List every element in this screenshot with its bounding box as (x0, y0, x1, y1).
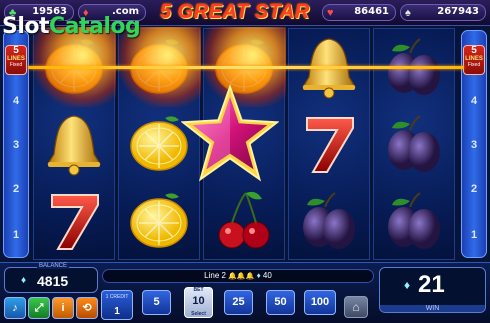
star-symbol-expanded (181, 84, 279, 182)
hearts-icon: ♥ (327, 7, 334, 19)
bet-button[interactable]: 25 (224, 290, 253, 315)
bell-icon (46, 115, 102, 176)
cherries-symbol (204, 183, 284, 260)
home-button[interactable]: ⌂ (344, 296, 368, 318)
cycle-icon: ⟲ (82, 302, 92, 314)
reel-4 (288, 28, 370, 260)
plum-symbol (289, 183, 369, 260)
game-title: 5 GREAT STAR (160, 1, 310, 23)
info-icon: i (61, 302, 65, 314)
plum-icon (388, 115, 440, 172)
bet-label: BET (193, 287, 204, 293)
seven-symbol (289, 106, 369, 183)
diamond-icon: ♦ (21, 275, 27, 286)
reel-1 (32, 27, 116, 260)
seven-icon (51, 194, 99, 250)
win-info-bar: Line 2 🔔🔔🔔 ♦ 40 (102, 269, 374, 283)
line-number[interactable]: 4 (462, 95, 486, 107)
bet-value: 10 (192, 295, 205, 307)
lemon-icon (130, 193, 188, 248)
line-number[interactable]: 1 (4, 229, 28, 241)
lemon-symbol (119, 183, 199, 260)
fixed-word: Fixed (467, 62, 481, 68)
select-label: Select (191, 311, 206, 317)
line-number[interactable]: 3 (4, 139, 28, 151)
info-line: Line 2 (204, 271, 226, 280)
line-number[interactable]: 2 (4, 183, 28, 195)
lines-badge: 5 LINES Fixed (463, 45, 485, 75)
line-number[interactable]: 1 (462, 229, 486, 241)
plum-symbol (374, 183, 454, 260)
expand-icon: ⤢ (34, 302, 44, 314)
watermark-part2: Catalog (49, 14, 141, 39)
fixed-word: Fixed (9, 62, 23, 68)
line-indicator-right: 5 LINES Fixed 4 3 2 1 (461, 30, 487, 258)
gamble-button[interactable]: ⟲ (76, 297, 98, 319)
jackpot-spades: ♠ 267943 (400, 4, 486, 21)
lines-count: 5 (13, 45, 19, 56)
plum-symbol (374, 106, 454, 183)
plum-icon (388, 192, 440, 249)
watermark-part1: Slot (2, 14, 50, 39)
jackpot-hearts: ♥ 86461 (322, 4, 396, 21)
speaker-icon: ♪ (12, 302, 18, 314)
jackpot-value: 267943 (437, 6, 479, 17)
credit-label: 1 CREDIT (105, 294, 129, 300)
seven-symbol (34, 183, 114, 260)
balance-value: 4815 (37, 273, 69, 289)
help-button[interactable]: i (52, 297, 74, 319)
home-icon: ⌂ (352, 300, 360, 314)
lines-badge: 5 LINES Fixed (5, 45, 27, 75)
jackpot-value: 86461 (354, 6, 389, 17)
credit-value-button[interactable]: 1 CREDIT 1 (101, 290, 133, 320)
lines-count: 5 (471, 45, 477, 56)
bet-button[interactable]: 50 (266, 290, 295, 315)
line-number[interactable]: 4 (4, 95, 28, 107)
seven-icon (306, 117, 354, 173)
plum-icon (303, 192, 355, 249)
balance-display: BALANCE ♦ 4815 (4, 263, 98, 293)
fullscreen-button[interactable]: ⤢ (28, 297, 50, 319)
line-number[interactable]: 2 (462, 183, 486, 195)
watermark-logo: SlotCatalog (2, 14, 141, 39)
sound-button[interactable]: ♪ (4, 297, 26, 319)
win-display: ♦ 21 WIN (379, 267, 486, 313)
bell-icons: 🔔🔔🔔 (228, 273, 255, 280)
winning-payline (28, 66, 464, 69)
bet-button[interactable]: 100 (304, 290, 336, 315)
bell-symbol (34, 106, 114, 183)
win-value: 21 (418, 271, 445, 298)
cherries-icon (218, 191, 270, 249)
diamond-icon: ♦ (404, 278, 411, 292)
bet-button[interactable]: 5 (142, 290, 171, 315)
balance-label: BALANCE (37, 263, 70, 269)
reel-5 (373, 28, 455, 260)
spades-icon: ♠ (405, 7, 411, 19)
credit-value: 1 (114, 306, 120, 317)
line-number[interactable]: 3 (462, 139, 486, 151)
bet-button-selected[interactable]: BET 10 Select (184, 287, 213, 318)
control-panel: BALANCE ♦ 4815 Line 2 🔔🔔🔔 ♦ 40 ♦ 21 WIN … (0, 262, 490, 323)
diamond-icon: ♦ (256, 271, 261, 280)
line-indicator-left: 5 LINES Fixed 4 3 2 1 (3, 30, 29, 258)
win-label: WIN (380, 305, 485, 312)
info-win-value: 40 (262, 271, 272, 280)
